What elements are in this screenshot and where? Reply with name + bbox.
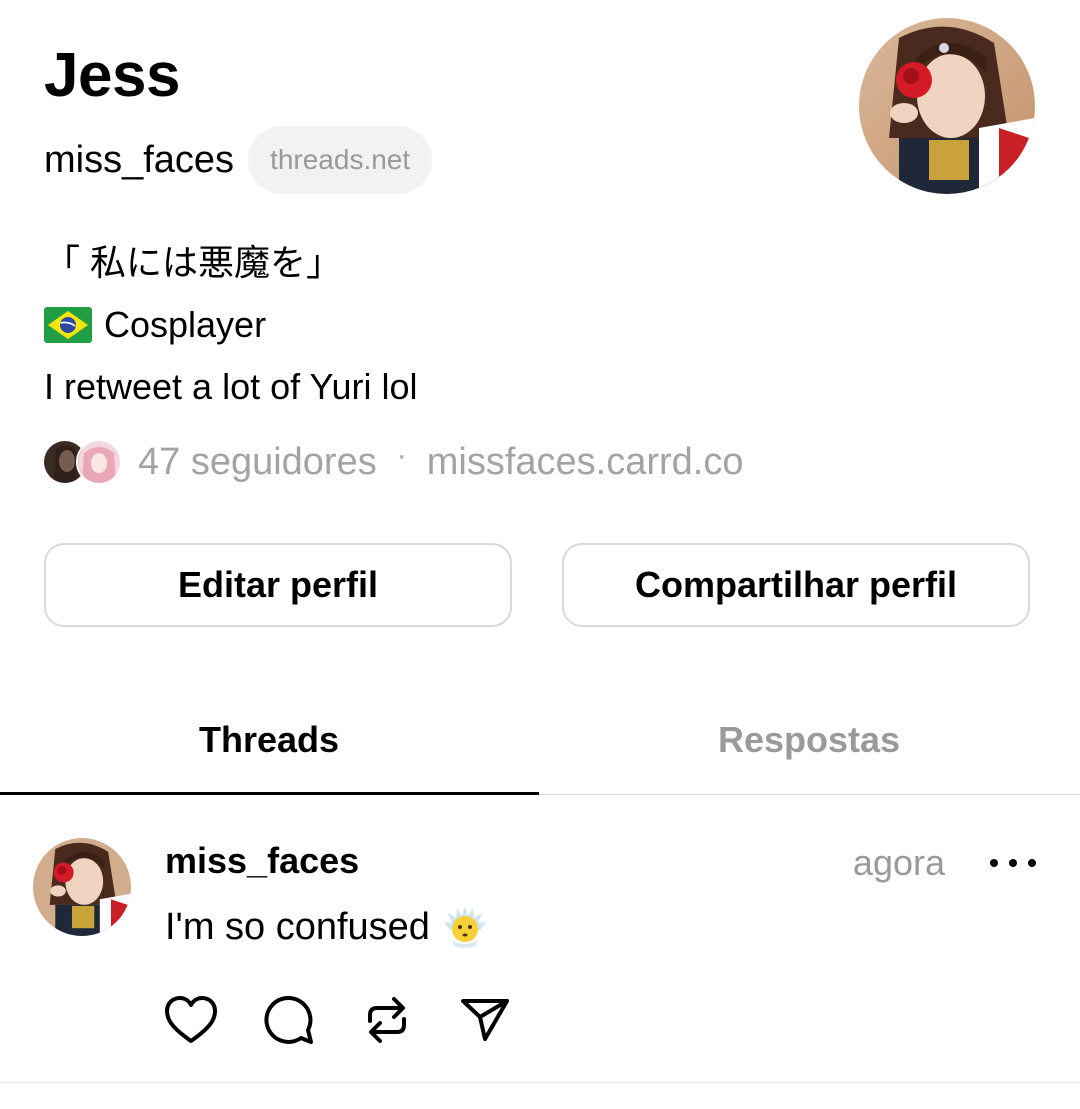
comment-icon: [264, 995, 313, 1044]
share-button[interactable]: [457, 992, 513, 1048]
bio-line-3: I retweet a lot of Yuri lol: [44, 356, 418, 418]
handle-row: miss_faces threads.net: [44, 125, 433, 195]
comment-button[interactable]: [261, 992, 317, 1048]
bio: 「 私には悪魔を」 Cosplayer I retweet a lot of Y…: [44, 232, 418, 418]
send-icon: [461, 999, 509, 1041]
follower-avatar-2: [76, 439, 122, 485]
bio-text-2: Cosplayer: [104, 304, 267, 345]
bio-text-3: I retweet a lot of Yuri lol: [44, 366, 418, 407]
brazil-flag-icon: [44, 307, 92, 343]
bio-line-1: 「 私には悪魔を」: [44, 232, 418, 294]
followers-row: 47 seguidores · missfaces.carrd.co: [42, 432, 743, 492]
post-author[interactable]: miss_faces: [165, 840, 359, 882]
share-profile-button[interactable]: Compartilhar perfil: [562, 543, 1030, 627]
threads-domain-badge[interactable]: threads.net: [248, 126, 433, 194]
edit-profile-button[interactable]: Editar perfil: [44, 543, 512, 627]
username: miss_faces: [44, 138, 235, 181]
post-author-avatar[interactable]: [33, 838, 131, 936]
profile-link[interactable]: missfaces.carrd.co: [427, 441, 744, 484]
tab-threads[interactable]: Threads: [0, 690, 538, 790]
like-button[interactable]: [163, 992, 219, 1048]
post-text: I'm so confused: [165, 904, 488, 950]
repost-icon: [368, 997, 406, 1043]
post-divider: [0, 1082, 1080, 1083]
more-options-icon[interactable]: [990, 850, 1036, 876]
followers-count[interactable]: 47 seguidores: [138, 441, 377, 484]
display-name: Jess: [44, 41, 180, 110]
post-timestamp: agora: [852, 842, 945, 883]
meta-separator: ·: [396, 439, 407, 472]
profile-avatar[interactable]: [859, 18, 1035, 194]
post-actions: [163, 992, 555, 1048]
tab-replies[interactable]: Respostas: [540, 690, 1078, 790]
avatar-photo: [859, 18, 1035, 194]
heart-icon: [165, 996, 217, 1043]
bio-text-1: 「 私には悪魔を」: [44, 242, 343, 283]
bio-line-2: Cosplayer: [44, 294, 418, 356]
confused-face-emoji-icon: [443, 906, 486, 948]
active-tab-indicator: [0, 792, 539, 795]
post-body: I'm so confused: [165, 905, 430, 948]
repost-button[interactable]: [359, 992, 415, 1048]
follower-avatars[interactable]: [42, 439, 124, 485]
